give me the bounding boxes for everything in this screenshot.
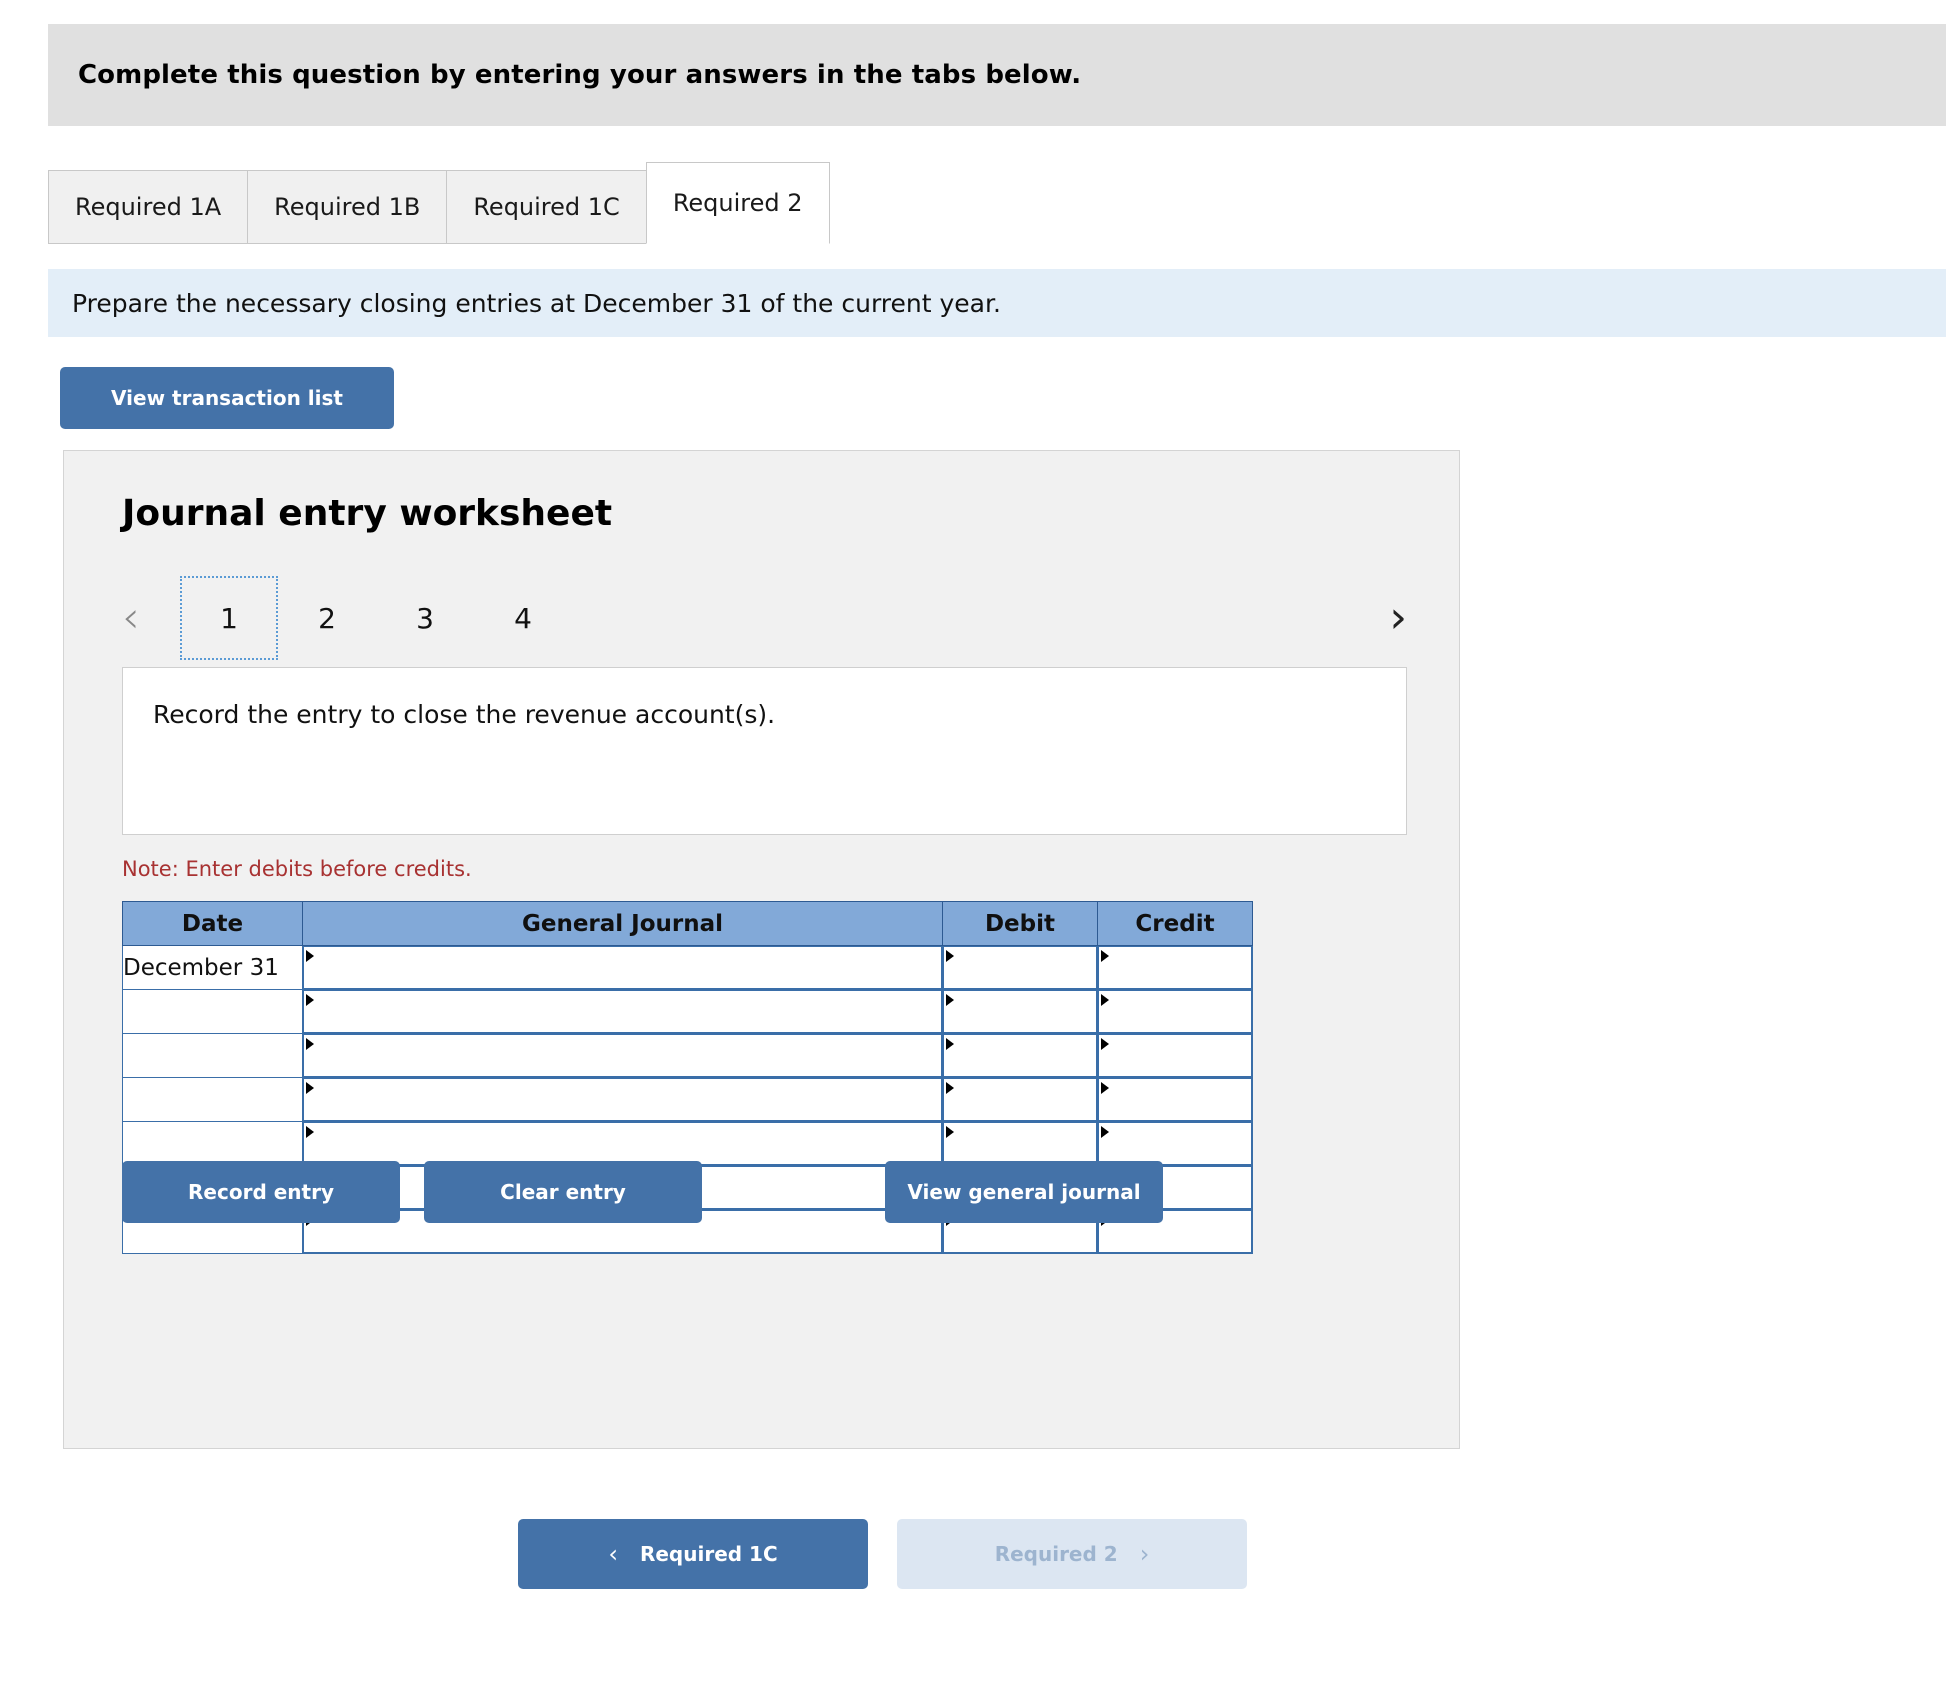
tab-required-2-label: Required 2	[672, 189, 803, 217]
cell-debit-5[interactable]	[942, 1121, 1098, 1166]
view-transaction-list-button[interactable]: View transaction list	[60, 367, 394, 429]
chevron-left-icon: ‹	[608, 1540, 618, 1568]
input-credit-2[interactable]	[1098, 990, 1252, 1033]
cell-debit-2[interactable]	[942, 989, 1098, 1034]
tab-required-1a[interactable]: Required 1A	[48, 170, 249, 244]
tab-required-1b[interactable]: Required 1B	[247, 170, 448, 244]
cell-debit-3[interactable]	[942, 1033, 1098, 1078]
table-header-row: Date General Journal Debit Credit	[122, 901, 1253, 946]
nav-next-label: Required 2	[994, 1542, 1118, 1566]
cell-general-journal-3[interactable]	[302, 1033, 943, 1078]
cell-credit-4[interactable]	[1097, 1077, 1253, 1122]
chevron-right-icon[interactable]: ›	[1389, 596, 1407, 640]
input-general-journal-3[interactable]	[303, 1034, 942, 1077]
column-header-debit: Debit	[942, 901, 1098, 946]
tab-required-2[interactable]: Required 2	[645, 162, 830, 244]
table-row: December 31	[122, 945, 1253, 990]
worksheet-prompt-box: Record the entry to close the revenue ac…	[122, 667, 1407, 835]
cell-general-journal-2[interactable]	[302, 989, 943, 1034]
cell-general-journal-4[interactable]	[302, 1077, 943, 1122]
worksheet-page-4[interactable]: 4	[474, 576, 572, 660]
tab-required-1a-label: Required 1A	[75, 193, 222, 221]
column-header-general-journal: General Journal	[302, 901, 943, 946]
cell-date-5[interactable]	[122, 1121, 303, 1166]
column-header-credit: Credit	[1097, 901, 1253, 946]
cell-debit-4[interactable]	[942, 1077, 1098, 1122]
worksheet-pager: ‹ 1 2 3 4 ›	[122, 576, 1407, 660]
input-general-journal-4[interactable]	[303, 1078, 942, 1121]
cell-credit-5[interactable]	[1097, 1121, 1253, 1166]
question-banner-text: Complete this question by entering your …	[78, 60, 1082, 90]
input-general-journal-1[interactable]	[303, 946, 942, 989]
cell-general-journal-1[interactable]	[302, 945, 943, 990]
cell-debit-1[interactable]	[942, 945, 1098, 990]
input-credit-1[interactable]	[1098, 946, 1252, 989]
chevron-left-icon[interactable]: ‹	[122, 596, 140, 640]
tab-required-1c-label: Required 1C	[473, 193, 620, 221]
clear-entry-button[interactable]: Clear entry	[424, 1161, 702, 1223]
journal-entry-worksheet-panel: Journal entry worksheet ‹ 1 2 3 4 › Reco…	[63, 450, 1460, 1449]
cell-date-2[interactable]	[122, 989, 303, 1034]
table-row	[122, 989, 1253, 1034]
input-debit-1[interactable]	[943, 946, 1097, 989]
record-entry-button[interactable]: Record entry	[122, 1161, 400, 1223]
column-header-date: Date	[122, 901, 303, 946]
worksheet-page-2[interactable]: 2	[278, 576, 376, 660]
input-general-journal-5[interactable]	[303, 1122, 942, 1165]
debits-before-credits-note: Note: Enter debits before credits.	[122, 857, 472, 881]
table-row	[122, 1033, 1253, 1078]
table-row	[122, 1121, 1253, 1166]
nav-prev-label: Required 1C	[639, 1542, 778, 1566]
worksheet-prompt-text: Record the entry to close the revenue ac…	[153, 700, 776, 729]
nav-next-required-2-button[interactable]: Required 2 ›	[897, 1519, 1247, 1589]
cell-date-1[interactable]: December 31	[122, 945, 303, 990]
nav-prev-required-1c-button[interactable]: ‹ Required 1C	[518, 1519, 868, 1589]
input-debit-4[interactable]	[943, 1078, 1097, 1121]
worksheet-title: Journal entry worksheet	[122, 493, 613, 534]
cell-credit-3[interactable]	[1097, 1033, 1253, 1078]
cell-credit-2[interactable]	[1097, 989, 1253, 1034]
input-credit-3[interactable]	[1098, 1034, 1252, 1077]
input-general-journal-2[interactable]	[303, 990, 942, 1033]
worksheet-page-numbers: 1 2 3 4	[180, 576, 572, 660]
question-banner: Complete this question by entering your …	[48, 24, 1946, 126]
cell-date-3[interactable]	[122, 1033, 303, 1078]
tab-required-1b-label: Required 1B	[274, 193, 421, 221]
cell-date-4[interactable]	[122, 1077, 303, 1122]
task-instruction-text: Prepare the necessary closing entries at…	[72, 288, 1001, 318]
input-credit-4[interactable]	[1098, 1078, 1252, 1121]
cell-credit-1[interactable]	[1097, 945, 1253, 990]
worksheet-page-1[interactable]: 1	[180, 576, 278, 660]
input-debit-5[interactable]	[943, 1122, 1097, 1165]
view-general-journal-button[interactable]: View general journal	[885, 1161, 1163, 1223]
table-row	[122, 1077, 1253, 1122]
tab-required-1c[interactable]: Required 1C	[446, 170, 647, 244]
worksheet-page-3[interactable]: 3	[376, 576, 474, 660]
input-debit-3[interactable]	[943, 1034, 1097, 1077]
input-debit-2[interactable]	[943, 990, 1097, 1033]
chevron-right-icon: ›	[1139, 1540, 1150, 1568]
input-credit-5[interactable]	[1098, 1122, 1252, 1165]
required-tabs: Required 1A Required 1B Required 1C Requ…	[48, 162, 1946, 244]
task-instruction-strip: Prepare the necessary closing entries at…	[48, 269, 1946, 337]
cell-general-journal-5[interactable]	[302, 1121, 943, 1166]
